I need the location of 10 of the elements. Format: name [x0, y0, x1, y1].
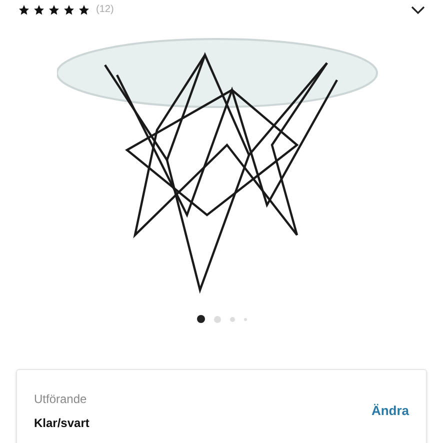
variant-label: Utförande [34, 391, 88, 408]
review-count: (12) [96, 3, 114, 17]
star-icon [63, 4, 75, 16]
variant-value: Klar/svart [34, 415, 90, 432]
change-link[interactable]: Ändra [371, 401, 409, 421]
chevron-down-icon[interactable] [411, 4, 425, 14]
star-icon [48, 4, 60, 16]
star-icon [18, 4, 30, 16]
star-icon [78, 4, 90, 16]
star-icon [33, 4, 45, 16]
